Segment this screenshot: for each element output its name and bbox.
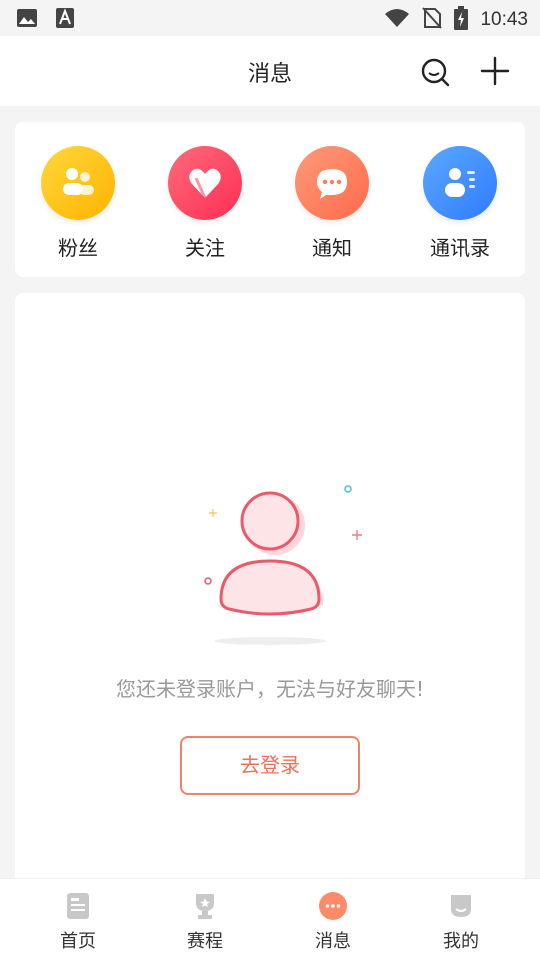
message-icon: [318, 891, 348, 921]
plus-icon: [480, 56, 510, 86]
bottom-tabbar: 首页 赛程 消息 我的: [0, 878, 540, 960]
tab-label: 赛程: [187, 931, 223, 952]
quick-item-label: 通知: [312, 236, 352, 260]
tab-messages[interactable]: 消息: [288, 891, 378, 953]
image-icon: [16, 8, 38, 32]
page-title: 消息: [247, 62, 292, 87]
empty-state-card: 您还未登录账户，无法与好友聊天! 去登录: [15, 293, 525, 893]
search-icon: [421, 58, 450, 87]
contacts-icon: [423, 146, 497, 220]
add-button[interactable]: [478, 54, 512, 88]
quick-actions-card: 粉丝 关注 通知 通讯录: [15, 122, 525, 277]
tab-profile[interactable]: 我的: [416, 891, 506, 953]
quick-item-label: 粉丝: [58, 236, 98, 260]
tab-label: 首页: [60, 931, 96, 952]
fans-icon: [41, 146, 115, 220]
no-sim-icon: [422, 7, 443, 33]
quick-item-label: 关注: [185, 236, 225, 260]
status-time: 10:43: [480, 9, 528, 30]
quick-item-follow[interactable]: 关注: [155, 146, 255, 261]
a-icon: [56, 8, 74, 32]
tab-label: 我的: [443, 931, 479, 952]
wifi-icon: [384, 8, 410, 32]
heart-icon: [168, 146, 242, 220]
quick-item-fans[interactable]: 粉丝: [28, 146, 128, 261]
tab-schedule[interactable]: 赛程: [160, 891, 250, 953]
user-avatar-icon: [175, 473, 375, 653]
battery-charging-icon: [454, 6, 469, 34]
empty-state-message: 您还未登录账户，无法与好友聊天!: [115, 677, 425, 701]
quick-item-contacts[interactable]: 通讯录: [410, 146, 510, 261]
profile-icon: [446, 891, 476, 921]
status-bar: 10:43: [0, 0, 540, 36]
header: 消息: [0, 36, 540, 106]
tab-home[interactable]: 首页: [33, 891, 123, 953]
tab-label: 消息: [315, 931, 351, 952]
quick-item-label: 通讯录: [430, 236, 490, 260]
chat-bubble-icon: [295, 146, 369, 220]
search-button[interactable]: [419, 56, 451, 88]
quick-item-notification[interactable]: 通知: [282, 146, 382, 261]
trophy-icon: [190, 891, 220, 921]
home-doc-icon: [63, 891, 93, 921]
login-button[interactable]: 去登录: [180, 736, 360, 795]
